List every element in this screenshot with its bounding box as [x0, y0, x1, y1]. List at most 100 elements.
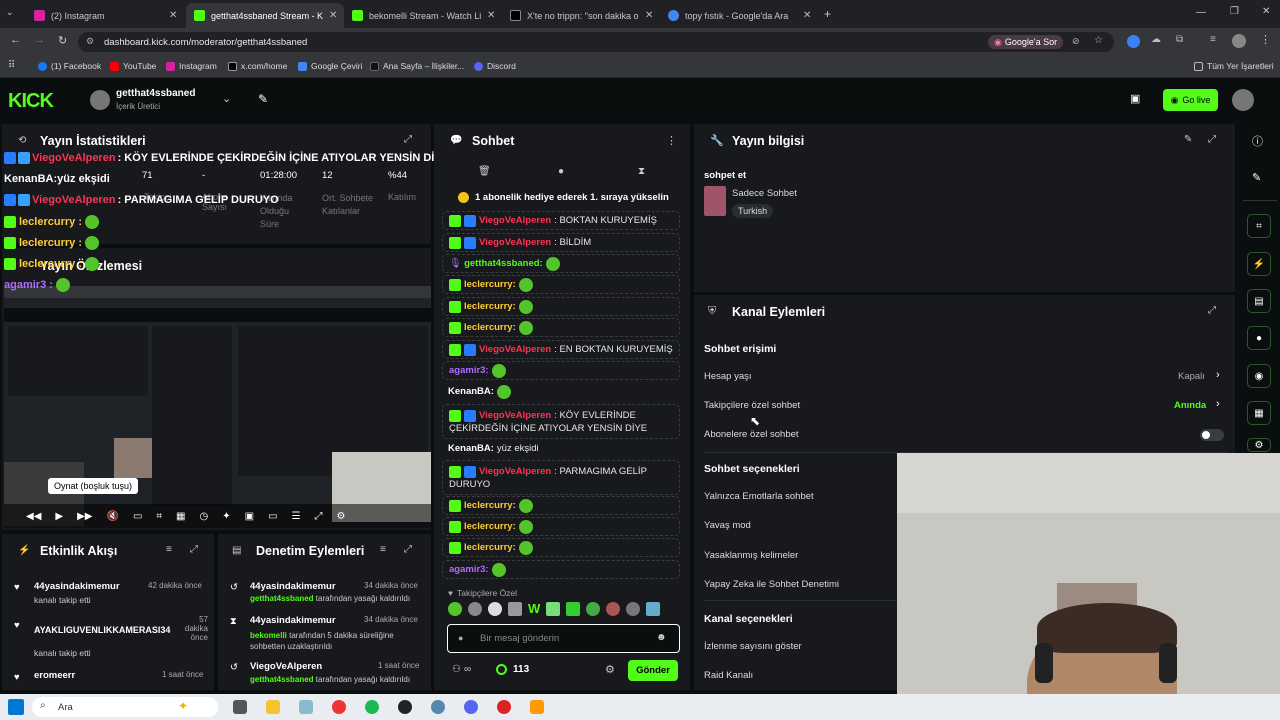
emoji-icon[interactable]: ☻	[656, 632, 667, 643]
more-tools-icon[interactable]: ⚙	[1247, 438, 1271, 452]
bookmark-facebook[interactable]: (1) Facebook	[38, 61, 101, 71]
url-bar[interactable]: ⚙ dashboard.kick.com/moderator/getthat4s…	[78, 32, 1114, 52]
chat-message[interactable]: leclercurry:	[442, 517, 680, 536]
kick-logo[interactable]: KICK	[8, 90, 54, 113]
apps-grid-icon[interactable]: ⠿	[8, 60, 15, 71]
chat-username[interactable]: ViegoVeAlperen	[479, 410, 551, 421]
category-name[interactable]: Sadece Sohbet	[732, 188, 797, 199]
discord-icon[interactable]	[464, 700, 478, 714]
info-icon[interactable]: ⓘ	[1252, 133, 1263, 149]
feed-username[interactable]: 44yasindakimemur	[34, 581, 120, 592]
chat-message[interactable]: ViegoVeAlperen: EN BOKTAN KURUYEMİŞ	[442, 340, 680, 359]
popout-icon[interactable]: ⤢	[404, 544, 412, 555]
channel-points[interactable]: 113	[496, 664, 529, 675]
more-options-icon[interactable]: ⋮	[666, 134, 677, 147]
tab-instagram[interactable]: (2) Instagram ✕	[26, 3, 184, 28]
send-button[interactable]: Gönder	[628, 660, 678, 681]
mod-username[interactable]: ViegoVeAlperen	[250, 661, 322, 672]
site-info-icon[interactable]: ⚙	[86, 36, 94, 47]
spotify-icon[interactable]	[365, 700, 379, 714]
bookmark-home[interactable]: Ana Sayfa – İlişkiler...	[370, 61, 464, 71]
emote-icon[interactable]	[508, 601, 522, 616]
popout-icon[interactable]: ⤢	[1208, 305, 1216, 316]
go-live-button[interactable]: ◉ Go live	[1163, 89, 1218, 111]
app-icon[interactable]	[530, 700, 544, 714]
window-close-button[interactable]: ✕	[1262, 6, 1270, 17]
chevron-right-icon[interactable]: ›	[1216, 369, 1220, 381]
chat-username[interactable]: KenanBA:	[448, 386, 494, 397]
popout-icon[interactable]: ⤢	[190, 544, 198, 555]
feed-username[interactable]: eromeerr	[34, 670, 75, 681]
emote-icon[interactable]	[546, 601, 561, 616]
bookmark-x[interactable]: x.com/home	[228, 61, 287, 71]
extension-icon[interactable]: ☁	[1151, 34, 1161, 45]
pinned-gift-banner[interactable]: 1 abonelik hediye ederek 1. sıraya yükse…	[458, 192, 669, 203]
url-text[interactable]: dashboard.kick.com/moderator/getthat4ssb…	[104, 37, 307, 48]
chat-message[interactable]: agamir3:	[442, 560, 680, 579]
taskbar-search-placeholder[interactable]: Ara	[58, 702, 73, 713]
edit-icon[interactable]: ✎	[1252, 171, 1261, 184]
setting-value[interactable]: Anında	[1174, 400, 1206, 411]
chat-username[interactable]: agamir3:	[449, 365, 489, 376]
tab-google[interactable]: topy fıstık - Google'da Ara ✕	[660, 3, 818, 28]
category-thumbnail[interactable]	[704, 186, 726, 216]
back-icon[interactable]: ←	[10, 34, 21, 46]
bookmark-discord[interactable]: Discord	[474, 61, 516, 71]
user-avatar[interactable]	[1232, 89, 1254, 111]
task-view-icon[interactable]	[233, 700, 247, 714]
profile-avatar[interactable]	[1232, 34, 1246, 48]
chat-message[interactable]: leclercurry:	[442, 538, 680, 557]
emote-icon[interactable]	[586, 601, 601, 616]
chat-username[interactable]: leclercurry:	[464, 542, 516, 553]
chat-message[interactable]: KenanBA:	[442, 382, 680, 401]
setting-raid[interactable]: Raid Kanalı	[704, 670, 753, 681]
pin-icon[interactable]: ✎	[258, 92, 268, 106]
forward-icon[interactable]: →	[34, 34, 45, 46]
extension-icon[interactable]	[1127, 35, 1140, 48]
crop-icon[interactable]: ⌗	[156, 511, 162, 522]
pin-icon[interactable]: ✦	[222, 511, 230, 522]
setting-slow-mode[interactable]: Yavaş mod	[704, 520, 751, 531]
camera-icon[interactable]: ▣	[1130, 92, 1140, 105]
photos-icon[interactable]	[299, 700, 313, 714]
chat-username[interactable]: agamir3:	[449, 564, 489, 575]
chat-toggle-icon[interactable]: ☰	[292, 511, 301, 522]
setting-view-count[interactable]: İzlenme sayısını göster	[704, 641, 802, 652]
fullscreen-icon[interactable]: ⤢	[314, 511, 322, 522]
chrome-icon[interactable]	[332, 700, 346, 714]
forward-icon[interactable]: ▶▶	[77, 511, 92, 522]
tab-kick-bekomelli[interactable]: bekomelli Stream - Watch Live ✕	[344, 3, 502, 28]
emote-icon[interactable]	[566, 601, 581, 616]
mod-username[interactable]: 44yasindakimemur	[250, 581, 336, 592]
chat-username[interactable]: leclercurry:	[464, 322, 516, 333]
chat-username[interactable]: ViegoVeAlperen	[479, 344, 551, 355]
emote-icon[interactable]	[606, 601, 621, 616]
app-icon[interactable]	[497, 700, 511, 714]
pip-icon[interactable]: ▣	[245, 511, 254, 522]
media-icon[interactable]: ≡	[1210, 34, 1216, 45]
menu-icon[interactable]: ⋮	[1260, 33, 1271, 46]
settings-icon[interactable]: ⚙	[336, 511, 345, 522]
windows-start-icon[interactable]	[8, 699, 24, 715]
timer-icon[interactable]: ◷	[199, 511, 208, 522]
chevron-right-icon[interactable]: ›	[1216, 398, 1220, 410]
channel-name[interactable]: getthat4ssbaned	[116, 88, 195, 99]
chat-username[interactable]: leclercurry:	[464, 279, 516, 290]
chat-message[interactable]: ViegoVeAlperen: BOKTAN KURUYEMİŞ	[442, 211, 680, 230]
filter-icon[interactable]: ≡	[166, 544, 172, 555]
emote-icon[interactable]	[488, 601, 502, 616]
reload-icon[interactable]: ↻	[58, 34, 67, 47]
emote-icon[interactable]	[448, 601, 462, 616]
setting-emote-only[interactable]: Yalnızca Emotlarla sohbet	[704, 491, 814, 502]
play-icon[interactable]: ▶	[55, 511, 63, 522]
mute-icon[interactable]: 🔇	[106, 511, 118, 522]
setting-value[interactable]: Kapalı	[1178, 371, 1205, 382]
chat-message[interactable]: ViegoVeAlperen: KÖY EVLERİNDE ÇEKİRDEĞİN…	[442, 404, 680, 439]
mod-actor[interactable]: bekomelli	[250, 631, 287, 640]
minimize-button[interactable]: —	[1196, 7, 1206, 18]
tab-x[interactable]: X'te no trippn: "son dakika obe... ✕	[502, 3, 660, 28]
tab-search-icon[interactable]: ⌄	[6, 7, 14, 18]
channel-avatar[interactable]	[90, 90, 110, 110]
setting-subs-chat[interactable]: Abonelere özel sohbet	[704, 429, 799, 440]
settings-icon[interactable]	[431, 700, 445, 714]
